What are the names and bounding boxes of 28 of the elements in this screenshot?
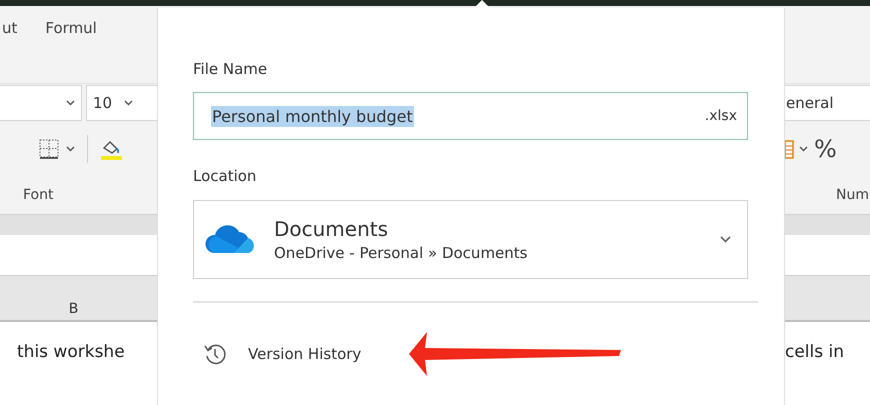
group-label: Num <box>835 187 869 203</box>
chevron-icon <box>799 146 808 152</box>
currency-icon <box>785 138 795 160</box>
history-icon <box>203 342 227 366</box>
chevron-icon <box>720 236 731 243</box>
field-label: Location <box>193 167 258 187</box>
chevron-icon <box>66 146 75 152</box>
cell-text: cells in <box>785 342 844 362</box>
number-format-box[interactable]: eneral <box>785 84 870 120</box>
chevron-icon <box>124 100 134 106</box>
ribbon-tab[interactable]: Formul <box>45 19 97 37</box>
folder-name: Documents <box>274 217 390 241</box>
ribbon-tab[interactable]: ut <box>2 19 18 37</box>
percent-style-button[interactable]: % <box>814 134 837 162</box>
borders-icon <box>38 138 60 160</box>
location-dropdown[interactable]: Documents OneDrive - Personal » Documents <box>193 200 748 279</box>
formula-bar[interactable] <box>785 235 870 275</box>
column-header[interactable]: B <box>68 301 78 317</box>
chevron-icon <box>66 100 75 106</box>
field-label: File Name <box>193 60 268 80</box>
group-label: Font <box>22 187 54 203</box>
formula-bar[interactable] <box>0 235 157 275</box>
font-size-box[interactable]: 10 <box>86 84 157 120</box>
file-name-field[interactable]: Personal monthly budget .xlsx <box>193 92 748 140</box>
version-history-button[interactable]: Version History <box>193 338 362 370</box>
folder-path: OneDrive - Personal » Documents <box>274 244 528 262</box>
cell-text: this workshe <box>16 342 125 362</box>
font-name-box[interactable] <box>0 84 82 120</box>
